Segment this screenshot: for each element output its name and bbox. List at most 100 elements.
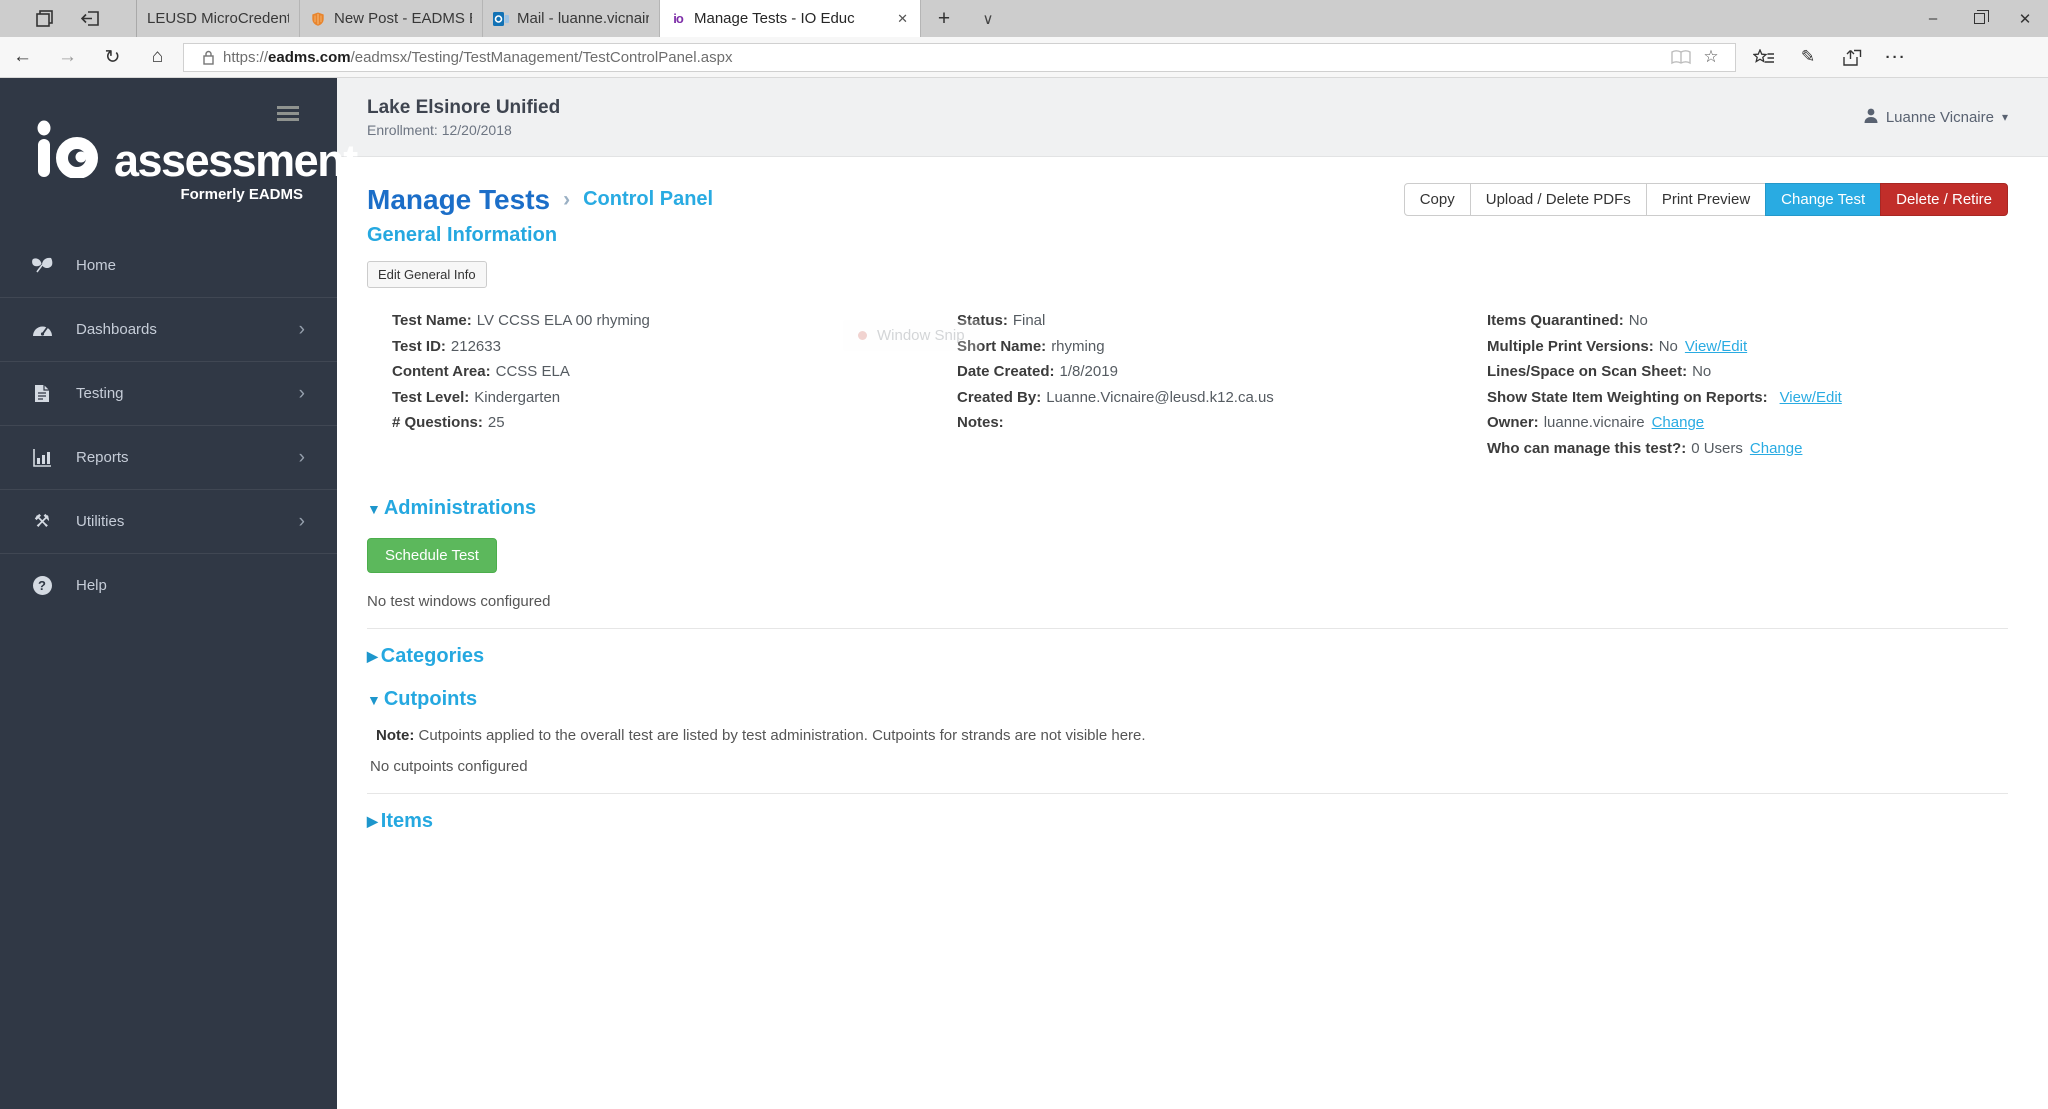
tab-title: New Post - EADMS Basics - bbox=[334, 10, 472, 27]
sidebar-nav: Home Dashboards › Testing › Reports › ⚒ … bbox=[0, 233, 337, 617]
refresh-icon[interactable]: ↻ bbox=[90, 46, 135, 69]
district-info: Lake Elsinore Unified Enrollment: 12/20/… bbox=[367, 97, 560, 138]
tab-title: Manage Tests - IO Educ bbox=[694, 10, 855, 27]
info-row-num-questions: # Questions: 25 bbox=[392, 414, 505, 431]
info-row-multiple-print-versions: Multiple Print Versions: No View/Edit bbox=[1487, 337, 1748, 355]
breadcrumb-control-panel: Control Panel bbox=[583, 188, 714, 210]
person-icon bbox=[1864, 108, 1878, 127]
page-action-buttons: Copy Upload / Delete PDFs Print Preview … bbox=[1403, 183, 2008, 216]
sidebar-item-home[interactable]: Home bbox=[0, 233, 337, 297]
io-assessment-logo: assessment Formerly EADMS bbox=[0, 78, 358, 203]
categories-section-header[interactable]: ▶ Categories bbox=[367, 645, 2008, 668]
sidebar-item-label: Help bbox=[76, 577, 107, 594]
triangle-expanded-icon: ▼ bbox=[367, 691, 381, 708]
info-row-status: Status: Final bbox=[957, 312, 1046, 329]
io-logo-mark-icon bbox=[36, 120, 100, 183]
sidebar-item-label: Utilities bbox=[76, 513, 125, 530]
triangle-collapsed-icon: ▶ bbox=[367, 648, 378, 664]
logo-tagline: Formerly EADMS bbox=[180, 186, 303, 203]
info-column-3: Items Quarantined: No Multiple Print Vers… bbox=[1487, 308, 2008, 461]
upload-delete-pdfs-button[interactable]: Upload / Delete PDFs bbox=[1469, 183, 1647, 216]
document-icon bbox=[28, 384, 56, 403]
tab-bar-left-controls bbox=[0, 0, 137, 37]
tab-title: LEUSD MicroCredentials bbox=[147, 10, 289, 27]
print-preview-button[interactable]: Print Preview bbox=[1645, 183, 1767, 216]
restore-button[interactable] bbox=[1956, 0, 2002, 37]
change-link[interactable]: Change bbox=[1750, 440, 1803, 457]
lock-icon bbox=[193, 50, 223, 65]
schedule-test-button[interactable]: Schedule Test bbox=[367, 538, 497, 573]
info-row-who-can-manage: Who can manage this test?: 0 Users Change bbox=[1487, 439, 1803, 457]
new-tab-button[interactable]: + bbox=[921, 0, 967, 37]
info-column-2: Status: Final Short Name: rhyming Date Cre… bbox=[957, 308, 1487, 461]
tab-close-icon[interactable]: ✕ bbox=[895, 11, 910, 27]
view-edit-link[interactable]: View/Edit bbox=[1780, 389, 1842, 406]
close-button[interactable]: ✕ bbox=[2002, 0, 2048, 37]
items-section-header[interactable]: ▶ Items bbox=[367, 810, 2008, 833]
forward-icon[interactable]: → bbox=[45, 46, 90, 68]
question-icon: ? bbox=[28, 576, 56, 595]
minimize-button[interactable]: – bbox=[1910, 0, 1956, 37]
browser-tab-newpost[interactable]: New Post - EADMS Basics - bbox=[300, 0, 483, 37]
window-controls: – ✕ bbox=[1910, 0, 2048, 37]
no-test-windows-text: No test windows configured bbox=[367, 593, 551, 610]
sidebar-item-dashboards[interactable]: Dashboards › bbox=[0, 297, 337, 361]
info-row-owner: Owner: luanne.vicnaire Change bbox=[1487, 414, 1705, 431]
chevron-right-icon: › bbox=[298, 446, 305, 468]
url-field[interactable]: https://eadms.com/eadmsx/Testing/TestMan… bbox=[183, 42, 1736, 72]
hub-favorites-icon[interactable] bbox=[1742, 48, 1786, 66]
no-cutpoints-text: No cutpoints configured bbox=[370, 758, 528, 775]
section-divider bbox=[367, 793, 2008, 794]
breadcrumb-manage-tests[interactable]: Manage Tests bbox=[367, 184, 550, 216]
butterfly-icon bbox=[28, 256, 56, 274]
sidebar-item-label: Dashboards bbox=[76, 321, 157, 338]
edit-general-info-button[interactable]: Edit General Info bbox=[367, 261, 487, 288]
hamburger-menu-icon[interactable] bbox=[277, 106, 299, 124]
tab-title: Mail - luanne.vicnaire@leus bbox=[517, 10, 649, 27]
shield-favicon-icon bbox=[310, 11, 326, 27]
io-favicon-icon: io bbox=[673, 11, 684, 26]
administrations-section-header[interactable]: ▼ Administrations bbox=[367, 497, 2008, 520]
chevron-down-icon: ▾ bbox=[2001, 110, 2008, 124]
address-bar-actions: ✎ ··· bbox=[1742, 47, 1918, 67]
sidebar-item-utilities[interactable]: ⚒ Utilities › bbox=[0, 489, 337, 553]
cutpoints-section-header[interactable]: ▼ Cutpoints bbox=[367, 688, 2008, 711]
back-icon[interactable]: ← bbox=[0, 46, 45, 68]
gauge-icon bbox=[28, 321, 56, 339]
sidebar-item-testing[interactable]: Testing › bbox=[0, 361, 337, 425]
district-name: Lake Elsinore Unified bbox=[367, 96, 561, 118]
outlook-favicon-icon bbox=[493, 11, 509, 27]
share-icon[interactable] bbox=[1830, 49, 1874, 66]
section-divider bbox=[367, 628, 2008, 629]
breadcrumb: Manage Tests › Control Panel Copy Upload… bbox=[367, 183, 2008, 216]
general-info-grid: Test Name: LV CCSS ELA 00 rhyming Test ID… bbox=[367, 308, 2008, 461]
sidebar-item-reports[interactable]: Reports › bbox=[0, 425, 337, 489]
change-test-button[interactable]: Change Test bbox=[1765, 183, 1882, 216]
browser-tab-manage-tests-active[interactable]: io Manage Tests - IO Educ ✕ bbox=[660, 0, 921, 37]
change-link[interactable]: Change bbox=[1652, 414, 1705, 431]
user-menu[interactable]: Luanne Vicnaire ▾ bbox=[1864, 108, 2008, 127]
set-tabs-aside-icon[interactable] bbox=[81, 10, 100, 27]
info-row-state-item-weighting: Show State Item Weighting on Reports: Vie… bbox=[1487, 388, 1842, 406]
delete-retire-button[interactable]: Delete / Retire bbox=[1880, 183, 2008, 216]
copy-button[interactable]: Copy bbox=[1403, 183, 1471, 216]
tab-preview-icon[interactable] bbox=[36, 10, 53, 27]
triangle-expanded-icon: ▼ bbox=[367, 500, 381, 517]
favorite-star-icon[interactable]: ☆ bbox=[1696, 47, 1726, 67]
restore-icon bbox=[1973, 10, 1989, 24]
sidebar-item-help[interactable]: ? Help bbox=[0, 553, 337, 617]
info-row-short-name: Short Name: rhyming bbox=[957, 337, 1105, 355]
info-row-date-created: Date Created: 1/8/2019 bbox=[957, 363, 1118, 380]
tab-list-chevron-icon[interactable]: ∨ bbox=[967, 0, 1009, 37]
chevron-right-icon: › bbox=[298, 318, 305, 340]
view-edit-link[interactable]: View/Edit bbox=[1685, 338, 1747, 355]
home-icon[interactable]: ⌂ bbox=[135, 46, 180, 68]
logo-wordmark: assessment bbox=[114, 135, 358, 186]
settings-more-icon[interactable]: ··· bbox=[1874, 49, 1918, 66]
web-notes-pen-icon[interactable]: ✎ bbox=[1786, 47, 1830, 67]
info-row-items-quarantined: Items Quarantined: No bbox=[1487, 312, 1648, 329]
breadcrumb-separator-icon: › bbox=[563, 187, 571, 211]
reading-view-icon[interactable] bbox=[1666, 49, 1696, 65]
browser-tab-mail[interactable]: Mail - luanne.vicnaire@leus bbox=[483, 0, 660, 37]
browser-tab-leusd[interactable]: LEUSD MicroCredentials bbox=[137, 0, 300, 37]
